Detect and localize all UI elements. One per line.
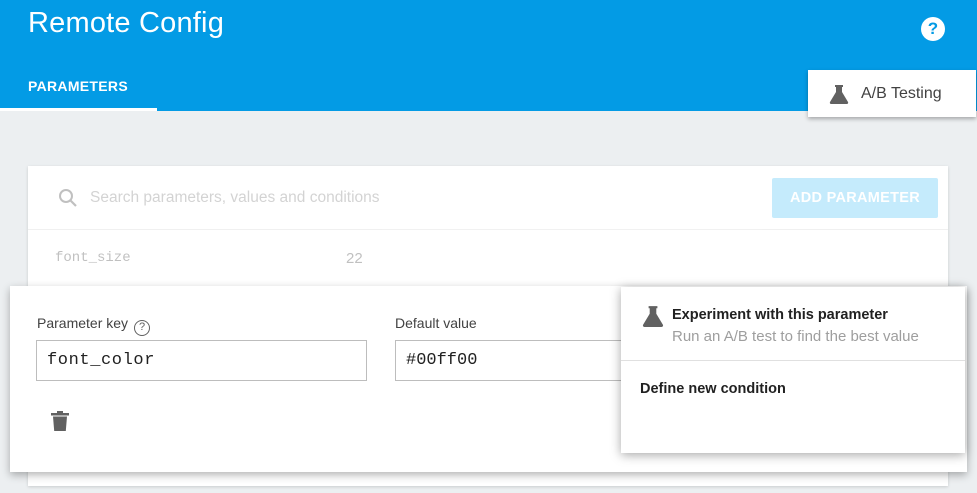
parameter-value: 22 bbox=[346, 250, 363, 267]
search-input[interactable] bbox=[90, 187, 690, 209]
flask-icon bbox=[642, 306, 664, 327]
experiment-subtitle: Run an A/B test to find the best value bbox=[672, 328, 919, 345]
parameter-key-input[interactable] bbox=[36, 340, 367, 381]
flask-icon bbox=[829, 84, 849, 104]
help-icon[interactable]: ? bbox=[921, 17, 945, 41]
tab-parameters[interactable]: PARAMETERS bbox=[0, 68, 157, 111]
ab-testing-button[interactable]: A/B Testing bbox=[808, 70, 976, 117]
define-condition-menu-item[interactable]: Define new condition bbox=[621, 362, 965, 414]
help-icon[interactable]: ? bbox=[134, 320, 151, 336]
parameter-key: font_size bbox=[55, 250, 131, 266]
define-condition-label: Define new condition bbox=[640, 381, 786, 397]
page-title: Remote Config bbox=[28, 7, 225, 39]
default-value-label: Default value bbox=[395, 315, 477, 331]
tab-parameters-label: PARAMETERS bbox=[28, 78, 128, 94]
parameter-options-menu: Experiment with this parameter Run an A/… bbox=[621, 287, 965, 453]
active-tab-indicator bbox=[0, 108, 157, 111]
ab-testing-label: A/B Testing bbox=[861, 84, 942, 102]
parameter-key-label-text: Parameter key bbox=[37, 315, 129, 331]
experiment-menu-item[interactable]: Experiment with this parameter Run an A/… bbox=[621, 287, 965, 361]
table-row[interactable]: font_size 22 bbox=[28, 231, 948, 281]
experiment-title: Experiment with this parameter bbox=[672, 307, 888, 323]
trash-icon[interactable] bbox=[51, 411, 69, 431]
add-parameter-button[interactable]: ADD PARAMETER bbox=[772, 178, 938, 218]
search-icon bbox=[59, 189, 77, 207]
search-bar: ADD PARAMETER bbox=[28, 166, 948, 230]
parameter-key-label: Parameter key? bbox=[37, 315, 151, 336]
